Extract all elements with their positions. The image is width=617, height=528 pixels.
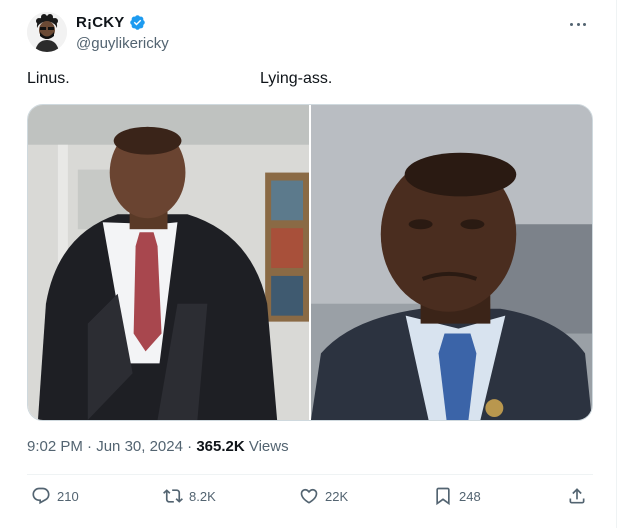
tweet-card: R¡CKY @guylikericky Linus. Lying-ass. 9:… <box>0 0 617 528</box>
reply-icon <box>32 487 50 505</box>
display-name[interactable]: R¡CKY <box>76 14 125 31</box>
reply-count: 210 <box>57 488 79 504</box>
views-count: 365.2K <box>196 438 245 455</box>
like-count: 22K <box>325 488 349 504</box>
photo-left-image <box>28 105 309 420</box>
photo-left[interactable] <box>28 105 309 420</box>
tweet-time[interactable]: 9:02 PM <box>27 438 83 455</box>
reply-button[interactable]: 210 <box>31 486 79 506</box>
views-label: Views <box>248 438 289 455</box>
repost-button[interactable]: 8.2K <box>163 486 216 506</box>
photo-right[interactable] <box>311 105 592 420</box>
share-button[interactable] <box>567 486 587 506</box>
tweet-text: Linus. Lying-ass. <box>27 70 587 92</box>
like-button[interactable]: 22K <box>299 486 348 506</box>
bookmark-icon <box>436 487 450 506</box>
like-icon <box>300 488 318 504</box>
avatar-image <box>27 12 67 52</box>
bookmark-count: 248 <box>459 488 481 504</box>
meta-separator-2: · <box>182 438 197 455</box>
share-icon <box>569 488 585 504</box>
retweet-icon <box>163 489 183 503</box>
action-bar: 210 8.2K 22K 248 <box>27 486 593 512</box>
author-handle[interactable]: @guylikericky <box>76 35 169 52</box>
repost-count: 8.2K <box>189 488 216 504</box>
avatar[interactable] <box>27 12 67 52</box>
media-grid[interactable] <box>27 104 593 421</box>
tweet-text-right: Lying-ass. <box>260 70 333 87</box>
tweet-date[interactable]: Jun 30, 2024 <box>96 438 183 455</box>
divider <box>27 474 593 475</box>
verified-badge-icon <box>129 14 146 31</box>
photo-right-image <box>311 105 592 420</box>
more-icon[interactable] <box>568 14 588 34</box>
tweet-meta: 9:02 PM · Jun 30, 2024 · 365.2K Views <box>27 438 289 455</box>
author-name-row[interactable]: R¡CKY <box>76 14 146 31</box>
bookmark-button[interactable]: 248 <box>433 486 481 506</box>
meta-separator: · <box>82 438 97 455</box>
tweet-text-left: Linus. <box>27 70 70 87</box>
